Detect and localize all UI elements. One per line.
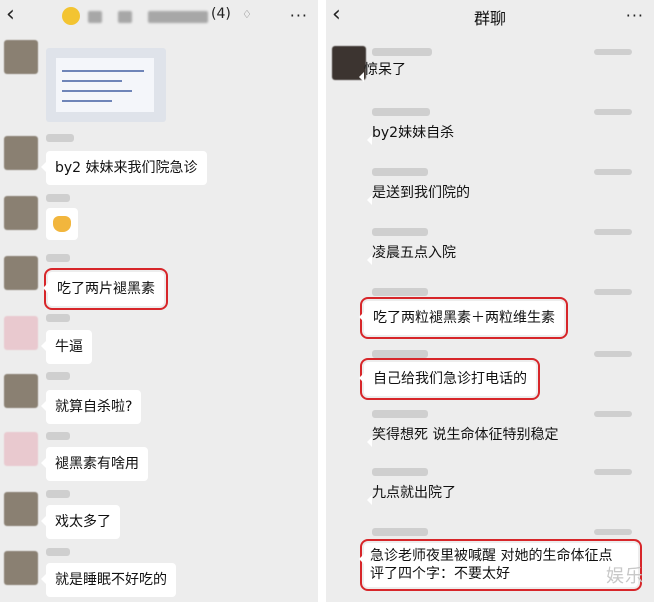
timestamp-blur	[594, 109, 632, 115]
group-name-blur	[88, 11, 102, 23]
avatar[interactable]	[4, 256, 38, 290]
chat-message: 牛逼	[41, 330, 92, 364]
more-options-icon[interactable]: ···	[290, 6, 308, 26]
chat-title: 群聊	[473, 9, 506, 28]
chat-message: 就是睡眠不好吃的	[41, 563, 176, 597]
group-name-blur	[118, 11, 132, 23]
timestamp-blur	[594, 351, 632, 357]
avatar[interactable]	[4, 374, 38, 408]
sender-name-blur	[46, 548, 70, 556]
chat-message: by2 妹妹来我们院急诊	[41, 151, 207, 185]
sender-name-blur	[372, 228, 428, 236]
photo-paper	[56, 58, 154, 112]
back-icon[interactable]: ‹	[6, 1, 15, 29]
chat-message: 褪黑素有啥用	[41, 447, 148, 481]
smiley-emoji-icon	[62, 7, 80, 25]
message-line: 评了四个字：不要太好	[370, 566, 510, 582]
sender-name-blur	[46, 134, 74, 142]
sender-name-blur	[372, 108, 430, 116]
left-chat-screenshot: ‹ (4) ♢ ··· by2 妹妹来我们院急诊 吃了两片褪黑素 牛逼 就算自杀…	[0, 0, 318, 602]
timestamp-blur	[594, 411, 632, 417]
more-options-icon[interactable]: ···	[626, 6, 644, 26]
panel-divider	[318, 0, 326, 602]
timestamp-blur	[594, 169, 632, 175]
avatar[interactable]	[4, 551, 38, 585]
timestamp-blur	[594, 289, 632, 295]
highlighted-chat-message: 吃了两粒褪黑素＋两粒维生素	[359, 297, 568, 339]
right-chat-header: ‹ 群聊 ···	[326, 0, 654, 32]
member-count: (4)	[211, 6, 231, 22]
avatar[interactable]	[4, 136, 38, 170]
message-line: 急诊老师夜里被喊醒 对她的生命体征点	[370, 548, 613, 564]
sender-name-blur	[46, 254, 70, 262]
photo-text-line	[62, 70, 144, 72]
highlighted-chat-message: 急诊老师夜里被喊醒 对她的生命体征点 评了四个字：不要太好	[359, 539, 642, 591]
sender-name-blur	[372, 468, 428, 476]
avatar[interactable]	[4, 40, 38, 74]
chat-message: 凌晨五点入院	[367, 245, 456, 265]
sender-name-blur	[46, 372, 70, 380]
chat-message: by2妹妹自杀	[366, 125, 455, 145]
sender-name-blur	[46, 490, 70, 498]
right-chat-screenshot: ‹ 群聊 ··· 惊呆了 by2妹妹自杀 是送到我们院的 凌晨五点入院 吃了两粒…	[326, 0, 654, 602]
photo-text-line	[62, 80, 122, 82]
timestamp-blur	[594, 469, 632, 475]
mute-bell-icon: ♢	[242, 8, 252, 21]
sender-name-blur	[46, 194, 70, 202]
cat-sticker[interactable]	[46, 208, 78, 240]
photo-text-line	[62, 90, 132, 92]
sender-name-blur	[372, 410, 428, 418]
left-chat-header: ‹ (4) ♢ ···	[0, 0, 318, 32]
chat-message: 九点就出院了	[367, 485, 456, 505]
avatar[interactable]	[4, 196, 38, 230]
sender-name-blur	[372, 168, 428, 176]
sender-name-blur	[372, 528, 428, 536]
cat-emoji-icon	[53, 216, 71, 232]
chat-message: 是送到我们院的	[367, 185, 470, 205]
avatar[interactable]	[4, 492, 38, 526]
timestamp-blur	[594, 49, 632, 55]
group-name-blur	[148, 11, 208, 23]
timestamp-blur	[594, 529, 632, 535]
sender-name-blur	[372, 288, 428, 296]
sender-name-blur	[46, 314, 70, 322]
avatar[interactable]	[4, 432, 38, 466]
sender-name-blur	[372, 350, 428, 358]
timestamp-blur	[594, 229, 632, 235]
highlighted-chat-message: 自己给我们急诊打电话的	[359, 358, 540, 400]
avatar[interactable]	[4, 316, 38, 350]
sender-name-blur	[372, 48, 432, 56]
photo-text-line	[62, 100, 112, 102]
highlighted-chat-message: 吃了两片褪黑素	[43, 268, 168, 310]
shared-photo-document[interactable]	[46, 48, 166, 122]
watermark: 娱乐	[606, 566, 644, 587]
chat-message: 笑得想死 说生命体征特别稳定	[366, 427, 559, 447]
chat-message: 惊呆了	[359, 62, 406, 82]
sender-name-blur	[46, 432, 70, 440]
chat-message: 戏太多了	[41, 505, 120, 539]
chat-message: 就算自杀啦?	[40, 390, 142, 424]
